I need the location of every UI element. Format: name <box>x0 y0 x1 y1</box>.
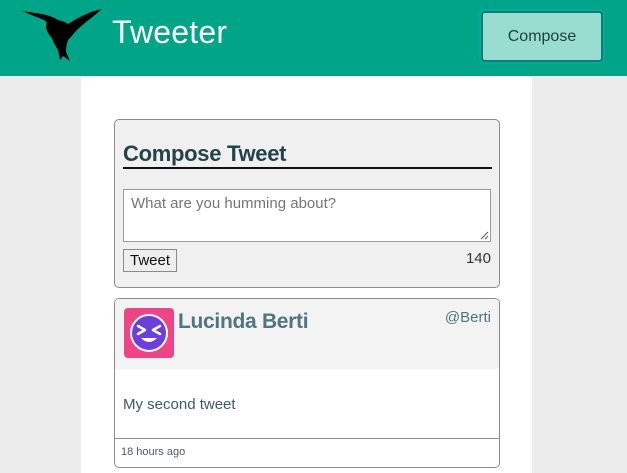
resize-grip-icon[interactable] <box>479 230 489 240</box>
compose-button[interactable]: Compose <box>481 11 603 62</box>
avatar <box>124 308 174 358</box>
tweet-timestamp: 18 hours ago <box>121 446 186 458</box>
tweet-author-handle: @Berti <box>444 309 491 326</box>
tweet-author-name: Lucinda Berti <box>178 310 309 333</box>
compose-heading: Compose Tweet <box>123 139 492 169</box>
tweet-card: Lucinda Berti @Berti My second tweet 18 … <box>114 298 500 468</box>
character-counter: 140 <box>465 250 491 267</box>
tweet-submit-button[interactable]: Tweet <box>123 249 177 272</box>
tweet-textarea[interactable] <box>123 189 491 242</box>
hummingbird-icon <box>22 9 102 61</box>
nav-bar: Tweeter Compose <box>0 0 627 76</box>
tweet-content: My second tweet <box>123 396 236 413</box>
tweet-footer: 18 hours ago <box>115 438 499 467</box>
tweet-header: Lucinda Berti @Berti <box>115 299 499 369</box>
winking-face-avatar-icon <box>130 314 168 352</box>
app-title: Tweeter <box>112 14 228 50</box>
compose-tweet-panel: Compose Tweet Tweet 140 <box>114 119 500 288</box>
